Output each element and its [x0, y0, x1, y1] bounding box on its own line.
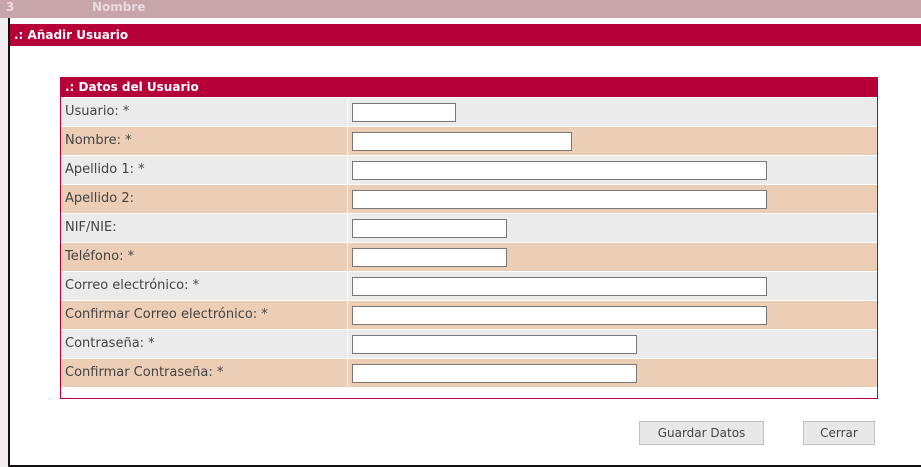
panel-title: .: Datos del Usuario — [61, 78, 877, 97]
dialog-title: .: Añadir Usuario — [10, 24, 921, 46]
form-row-apellido1: Apellido 1: * — [61, 155, 877, 184]
user-data-panel: .: Datos del Usuario Usuario: * Nombre: … — [60, 77, 878, 399]
field-label-contrasena: Contraseña: * — [65, 336, 155, 351]
field-label-correo: Correo electrónico: * — [65, 278, 200, 293]
field-label-nif: NIF/NIE: — [65, 220, 117, 235]
add-user-dialog: .: Añadir Usuario .: Datos del Usuario U… — [8, 18, 921, 467]
background-header-label: Nombre — [92, 0, 146, 14]
nombre-input[interactable] — [352, 132, 572, 151]
form-row-correo: Correo electrónico: * — [61, 271, 877, 300]
field-label-apellido1: Apellido 1: * — [65, 162, 145, 177]
background-column — [0, 18, 8, 467]
save-button[interactable]: Guardar Datos — [639, 421, 764, 445]
correo-input[interactable] — [352, 277, 767, 296]
telefono-input[interactable] — [352, 248, 507, 267]
apellido2-input[interactable] — [352, 190, 767, 209]
confirmar-correo-input[interactable] — [352, 306, 767, 325]
form-row-nif: NIF/NIE: — [61, 213, 877, 242]
form-row-apellido2: Apellido 2: — [61, 184, 877, 213]
apellido1-input[interactable] — [352, 161, 767, 180]
field-label-nombre: Nombre: * — [65, 133, 132, 148]
background-header: 3 Nombre — [0, 0, 921, 18]
field-label-apellido2: Apellido 2: — [65, 191, 134, 206]
form-row-usuario: Usuario: * — [61, 97, 877, 126]
close-button[interactable]: Cerrar — [803, 421, 875, 445]
contrasena-input[interactable] — [352, 335, 637, 354]
field-label-usuario: Usuario: * — [65, 104, 130, 119]
form-row-confirmar-correo: Confirmar Correo electrónico: * — [61, 300, 877, 329]
field-label-telefono: Teléfono: * — [65, 249, 135, 264]
nif-input[interactable] — [352, 219, 507, 238]
form-row-contrasena: Contraseña: * — [61, 329, 877, 358]
field-label-confirmar-correo: Confirmar Correo electrónico: * — [65, 307, 268, 322]
form-row-confirmar-contrasena: Confirmar Contraseña: * — [61, 358, 877, 387]
usuario-input[interactable] — [352, 103, 456, 122]
confirmar-contrasena-input[interactable] — [352, 364, 637, 383]
background-header-number: 3 — [6, 0, 15, 14]
field-label-confirmar-contrasena: Confirmar Contraseña: * — [65, 365, 224, 380]
form-row-telefono: Teléfono: * — [61, 242, 877, 271]
form-row-nombre: Nombre: * — [61, 126, 877, 155]
